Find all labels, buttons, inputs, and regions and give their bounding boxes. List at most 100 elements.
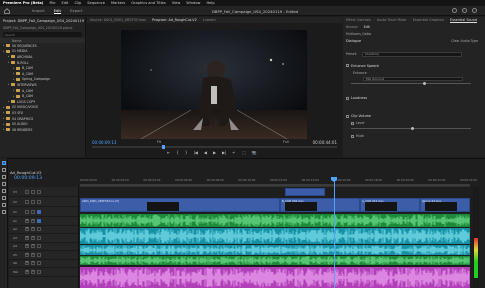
mic-icon[interactable] — [37, 261, 41, 266]
tab-source[interactable]: Source: A001_R001_0R2FOF.mov — [90, 18, 146, 22]
tab-export[interactable]: Export — [70, 8, 82, 14]
pen-tool-icon[interactable] — [2, 196, 6, 200]
app-name[interactable]: Premiere Pro (Beta) — [3, 1, 43, 5]
mute-icon[interactable]: M — [25, 261, 29, 266]
audio-clip-sfx[interactable] — [80, 256, 470, 265]
mic-icon[interactable] — [37, 269, 41, 274]
track-header[interactable]: A1 M S — [9, 217, 78, 226]
enhance-speech-checkbox[interactable] — [346, 64, 349, 67]
track-header[interactable]: A2 M S — [9, 226, 78, 234]
track-area[interactable]: A001_R001_0R2FOF.mov [V] B_CAM_004.mov A_C… — [80, 187, 470, 288]
tab-effect-controls[interactable]: Effect Controls — [346, 18, 371, 22]
track-header[interactable]: A5 M S — [9, 251, 78, 260]
track-header[interactable]: V1 — [9, 207, 78, 217]
mic-icon[interactable] — [37, 227, 41, 232]
menu-graphics[interactable]: Graphics and Titles — [131, 1, 166, 5]
slip-tool-icon[interactable] — [2, 189, 6, 193]
bin-item[interactable]: ▸ 06 RENDERS — [0, 127, 85, 133]
menu-file[interactable]: File — [49, 1, 55, 5]
time-ruler[interactable]: 00:00:00:00 00:00:02:00 00:00:04:00 00:00:0… — [80, 177, 477, 187]
mic-icon[interactable] — [37, 235, 41, 240]
go-to-in-icon[interactable]: ⇤ — [167, 150, 170, 155]
audio-clip-ambience[interactable] — [80, 245, 470, 255]
tab-program[interactable]: Program: Ad_RoughCut-V2 — [152, 18, 197, 22]
export-frame-icon[interactable]: 📷 — [252, 150, 257, 155]
quick-export-icon[interactable] — [462, 8, 467, 13]
eye-icon[interactable] — [31, 209, 35, 214]
track-header[interactable]: A6 M S — [9, 260, 78, 268]
sync-lock-icon[interactable] — [25, 199, 29, 204]
mark-out-icon[interactable]: } — [185, 150, 188, 155]
solo-icon[interactable]: S — [31, 235, 35, 240]
mute-icon[interactable]: M — [25, 235, 29, 240]
video-clip[interactable]: A001_R001_0R2FOF.mov [V] — [80, 198, 280, 212]
menu-edit[interactable]: Edit — [61, 1, 68, 5]
menu-markers[interactable]: Markers — [111, 1, 125, 5]
mic-icon[interactable] — [37, 252, 41, 257]
mute-icon[interactable]: M — [25, 269, 29, 274]
timeline-playhead[interactable] — [333, 177, 335, 288]
sequence-tab[interactable]: Ad_RoughCut-V2 — [10, 170, 42, 175]
clip-volume-checkbox[interactable] — [346, 114, 349, 118]
tab-essential-graphics[interactable]: Essential Graphics — [413, 18, 444, 22]
track-header[interactable]: V2 — [9, 197, 78, 207]
track-header[interactable]: A3 M S — [9, 234, 78, 243]
play-icon[interactable]: ▶ — [213, 150, 216, 155]
tab-audio-mixer[interactable]: Audio Track Mixer — [377, 18, 407, 22]
monitor-scrubber[interactable] — [92, 145, 337, 149]
ripple-edit-tool-icon[interactable] — [2, 175, 6, 179]
timeline-timecode[interactable]: 00:00:09:13 — [14, 176, 42, 181]
video-clip-v2[interactable] — [285, 188, 325, 196]
preset-dropdown[interactable]: (Custom) — [362, 52, 463, 57]
mix-amount-dropdown[interactable]: Mix Amount — [363, 76, 463, 81]
razor-tool-icon[interactable] — [2, 182, 6, 186]
track-header[interactable]: V3 — [9, 187, 78, 197]
mute-icon[interactable]: M — [25, 218, 29, 223]
mute-icon[interactable]: M — [25, 244, 29, 249]
eye-icon[interactable] — [31, 199, 35, 204]
eye-icon[interactable] — [31, 189, 35, 194]
monitor-playhead[interactable] — [162, 145, 165, 149]
menu-sequence[interactable]: Sequence — [87, 1, 105, 5]
video-frame[interactable] — [121, 30, 307, 139]
video-clip[interactable]: B_CAM_004.mov — [280, 198, 360, 212]
tab-essential-sound[interactable]: Essential Sound — [450, 18, 478, 23]
go-to-start-icon[interactable]: |◀ — [193, 150, 197, 155]
mic-icon[interactable] — [37, 244, 41, 249]
step-back-icon[interactable]: ◀ — [204, 150, 207, 155]
menu-view[interactable]: View — [172, 1, 181, 5]
overwrite-icon[interactable]: ⬚ — [242, 150, 246, 155]
level-slider[interactable] — [351, 126, 471, 130]
zoom-select[interactable]: Fit — [157, 140, 161, 144]
solo-icon[interactable]: S — [31, 227, 35, 232]
mute-icon[interactable]: M — [25, 252, 29, 257]
clear-audio-type-button[interactable]: Clear Audio Type — [448, 38, 481, 44]
selection-tool-icon[interactable] — [2, 161, 6, 165]
tab-import[interactable]: Import — [32, 8, 45, 14]
project-search[interactable]: Search — [3, 32, 82, 37]
track-header[interactable]: Mix M S — [9, 268, 78, 277]
mute-icon[interactable]: M — [25, 227, 29, 232]
mix-amount-slider[interactable] — [351, 81, 471, 85]
audio-clip-dialogue[interactable] — [80, 214, 470, 227]
menu-clip[interactable]: Clip — [74, 1, 81, 5]
resolution-select[interactable]: Full — [283, 140, 289, 144]
type-tool-icon[interactable] — [2, 210, 6, 214]
solo-icon[interactable]: S — [31, 244, 35, 249]
fullscreen-icon[interactable] — [472, 8, 477, 13]
mix-amount-handle[interactable] — [423, 81, 426, 85]
mic-icon[interactable] — [37, 218, 41, 223]
hand-tool-icon[interactable] — [2, 203, 6, 207]
mark-in-icon[interactable]: { — [176, 150, 179, 155]
level-checkbox[interactable] — [351, 121, 354, 125]
track-header[interactable]: A4 M S — [9, 243, 78, 251]
target-icon[interactable] — [37, 209, 41, 214]
audio-clip-music[interactable] — [80, 228, 470, 244]
search-input[interactable]: Search — [5, 33, 15, 37]
insert-icon[interactable]: ↵ — [232, 150, 235, 155]
loudness-checkbox[interactable] — [346, 96, 349, 100]
sync-lock-icon[interactable] — [25, 189, 29, 194]
solo-icon[interactable]: S — [31, 218, 35, 223]
level-handle[interactable] — [411, 126, 414, 130]
workspaces-icon[interactable] — [452, 8, 457, 13]
